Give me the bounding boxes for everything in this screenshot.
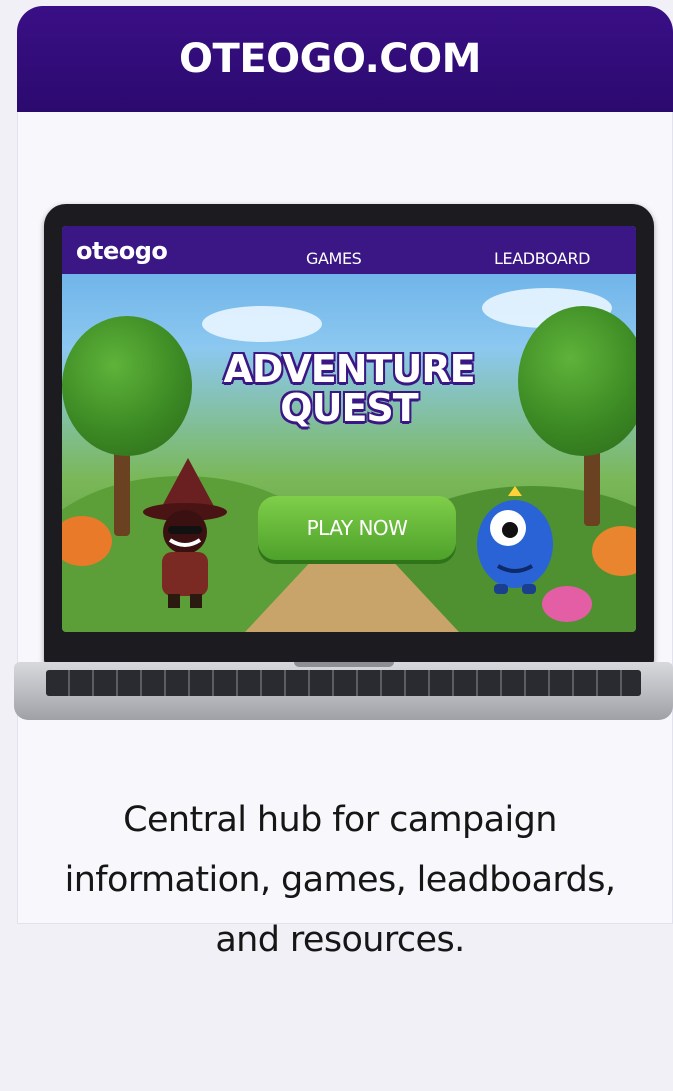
game-title-line2: QUEST xyxy=(280,386,418,430)
tagline-text: Central hub for campaign information, ga… xyxy=(64,800,616,960)
laptop-lid: oteogo GAMES LEADBOARD ADVENTURE QUEST P… xyxy=(44,204,654,664)
screen-logo[interactable]: oteogo xyxy=(76,237,168,265)
laptop-notch xyxy=(294,662,394,667)
header-bar: OTEOGO.COM xyxy=(17,6,673,112)
screen-navbar: oteogo GAMES LEADBOARD xyxy=(62,226,636,274)
site-title: OTEOGO.COM xyxy=(179,36,481,82)
wizard-character-icon xyxy=(143,458,227,608)
game-title-line1: ADVENTURE xyxy=(223,347,475,391)
cloud xyxy=(202,306,322,342)
screen-nav-games[interactable]: GAMES xyxy=(306,249,362,268)
laptop-keyboard xyxy=(46,670,641,696)
laptop-screen: oteogo GAMES LEADBOARD ADVENTURE QUEST P… xyxy=(62,226,636,632)
play-now-button[interactable]: PLAY NOW xyxy=(258,496,456,560)
laptop-base xyxy=(14,662,673,720)
screen-nav-leadboard[interactable]: LEADBOARD xyxy=(494,249,590,268)
laptop-illustration: oteogo GAMES LEADBOARD ADVENTURE QUEST P… xyxy=(14,204,673,724)
blue-monster-icon xyxy=(477,486,553,594)
